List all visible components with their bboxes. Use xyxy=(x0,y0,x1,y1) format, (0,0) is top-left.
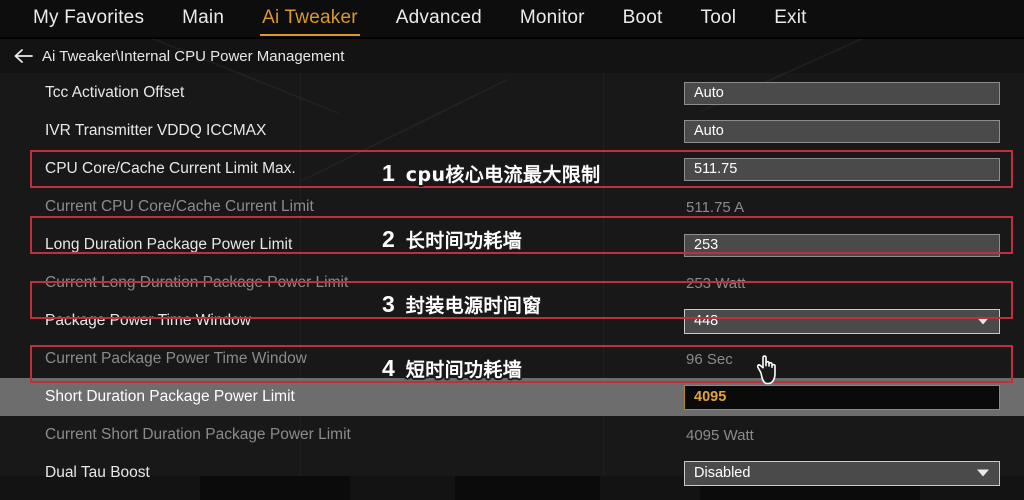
annotation-number: 3 xyxy=(382,291,395,317)
annotation-text: cpu核心电流最大限制 xyxy=(405,164,601,186)
nav-tab-monitor[interactable]: Monitor xyxy=(520,7,585,31)
setting-value-text: 448 xyxy=(694,313,719,329)
annotation-1: 1 cpu核心电流最大限制 xyxy=(382,160,601,187)
arrow-left-icon[interactable] xyxy=(12,45,34,67)
setting-row-dual-tau-boost[interactable]: Dual Tau Boost Disabled xyxy=(0,454,1024,492)
setting-value-dropdown[interactable]: Disabled xyxy=(684,460,1000,486)
setting-value-text: Auto xyxy=(694,123,724,139)
annotation-4: 4 短时间功耗墙 xyxy=(382,355,522,382)
setting-label: Tcc Activation Offset xyxy=(45,84,185,101)
nav-tab-my-favorites[interactable]: My Favorites xyxy=(33,7,144,31)
setting-value-field[interactable]: 511.75 xyxy=(684,157,1000,181)
setting-label: Current CPU Core/Cache Current Limit xyxy=(45,198,314,215)
nav-tab-boot[interactable]: Boot xyxy=(623,7,663,31)
setting-label: Long Duration Package Power Limit xyxy=(45,236,293,253)
breadcrumb: Ai Tweaker\Internal CPU Power Management xyxy=(0,38,1024,74)
setting-label: Current Long Duration Package Power Limi… xyxy=(45,274,349,291)
setting-row-ia-ac-load-line[interactable]: IA AC Load Line Auto xyxy=(0,492,1024,500)
setting-row-tcc-activation-offset[interactable]: Tcc Activation Offset Auto xyxy=(0,74,1024,112)
chevron-down-icon[interactable] xyxy=(977,469,989,477)
setting-value-field[interactable]: Auto xyxy=(684,119,1000,143)
setting-value-text: Disabled xyxy=(694,465,751,481)
chevron-down-icon[interactable] xyxy=(977,317,989,325)
setting-value-text: 4095 xyxy=(694,389,727,405)
nav-tab-main[interactable]: Main xyxy=(182,7,224,31)
setting-row-short-duration-package-power-limit[interactable]: Short Duration Package Power Limit 4095 xyxy=(0,378,1024,416)
setting-value-input[interactable]: 4095 xyxy=(684,384,1000,410)
setting-readonly-value: 253 Watt xyxy=(686,274,746,292)
setting-label: Package Power Time Window xyxy=(45,312,251,329)
setting-value-text: 253 xyxy=(694,237,719,253)
setting-value-text: Auto xyxy=(694,85,724,101)
setting-row-current-short-duration-package-power-limit: Current Short Duration Package Power Lim… xyxy=(0,416,1024,454)
nav-tab-exit[interactable]: Exit xyxy=(774,7,806,31)
annotation-number: 1 xyxy=(382,160,395,186)
setting-label: IVR Transmitter VDDQ ICCMAX xyxy=(45,122,267,139)
setting-readonly-value: 4095 Watt xyxy=(686,426,754,444)
main-navigation-bar: My Favorites Main Ai Tweaker Advanced Mo… xyxy=(0,0,1024,38)
settings-list: Tcc Activation Offset Auto IVR Transmitt… xyxy=(0,74,1024,500)
setting-label: Dual Tau Boost xyxy=(45,464,150,481)
annotation-text: 长时间功耗墙 xyxy=(405,230,523,252)
setting-value-field[interactable]: Auto xyxy=(684,81,1000,105)
setting-label: Current Package Power Time Window xyxy=(45,350,307,367)
setting-readonly-value: 511.75 A xyxy=(686,198,745,216)
annotation-number: 4 xyxy=(382,355,395,381)
setting-value-text: 511.75 xyxy=(694,161,738,177)
annotation-2: 2 长时间功耗墙 xyxy=(382,226,522,253)
annotation-text: 封装电源时间窗 xyxy=(405,295,542,317)
setting-value-field[interactable]: 253 xyxy=(684,233,1000,257)
annotation-text: 短时间功耗墙 xyxy=(405,359,523,381)
setting-label: CPU Core/Cache Current Limit Max. xyxy=(45,160,296,177)
bios-screen: My Favorites Main Ai Tweaker Advanced Mo… xyxy=(0,0,1024,500)
setting-row-current-cpu-core-cache-current-limit: Current CPU Core/Cache Current Limit 511… xyxy=(0,188,1024,226)
setting-readonly-value: 96 Sec xyxy=(686,350,733,368)
nav-tab-ai-tweaker[interactable]: Ai Tweaker xyxy=(260,7,360,36)
setting-label: Current Short Duration Package Power Lim… xyxy=(45,426,351,443)
annotation-number: 2 xyxy=(382,226,395,252)
setting-row-ivr-transmitter-vddq-iccmax[interactable]: IVR Transmitter VDDQ ICCMAX Auto xyxy=(0,112,1024,150)
breadcrumb-path: Ai Tweaker\Internal CPU Power Management xyxy=(42,47,345,65)
setting-value-dropdown[interactable]: 448 xyxy=(684,308,1000,334)
nav-tab-advanced[interactable]: Advanced xyxy=(396,7,482,31)
setting-label: Short Duration Package Power Limit xyxy=(45,388,295,405)
nav-tab-tool[interactable]: Tool xyxy=(701,7,737,31)
annotation-3: 3 封装电源时间窗 xyxy=(382,291,542,318)
